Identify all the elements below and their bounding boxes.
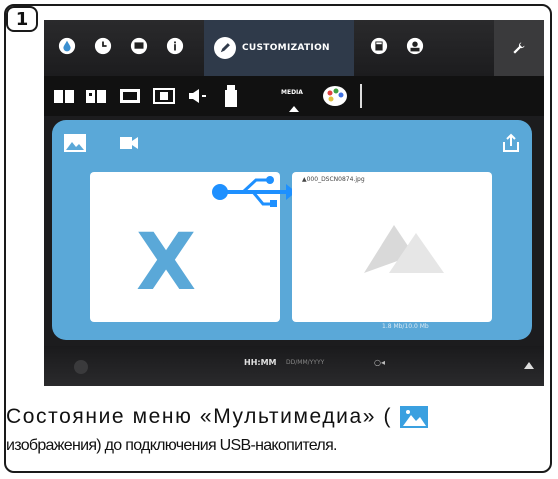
person-icon[interactable]: [402, 33, 428, 59]
palette-icon[interactable]: [322, 84, 348, 108]
usb-stick-icon[interactable]: [224, 84, 238, 108]
selected-caret: [289, 106, 299, 112]
media-panel: X ▲000_DSCN0874.jpg 1.8 Mb/10.0 Mb: [52, 120, 532, 340]
storage-size: 1.8 Mb/10.0 Mb: [382, 323, 429, 330]
video-icon[interactable]: [118, 134, 140, 152]
export-icon[interactable]: [500, 132, 522, 154]
device-screen: CUSTOMIZATION MEDIA X ▲000_DSCN0874.jpg …: [44, 20, 544, 386]
home-icon[interactable]: [74, 360, 88, 374]
top-menu-bar: CUSTOMIZATION: [44, 20, 544, 76]
book-open-icon[interactable]: [84, 84, 108, 108]
caption-line-2: изображения) до подключения USB-накопите…: [6, 437, 337, 454]
pen-icon: [214, 37, 236, 59]
toolbar-divider: [360, 84, 362, 108]
network-status-icon: ○◂: [374, 358, 385, 367]
mountain-icon: [364, 215, 444, 279]
usb-icon: [208, 172, 298, 216]
speaker-icon[interactable]: [186, 84, 210, 108]
figure-caption: Состояние меню «Мультимедиа» ( изображен…: [6, 405, 552, 455]
media-label[interactable]: MEDIA: [281, 89, 303, 96]
image-icon[interactable]: [64, 134, 86, 152]
expand-caret-icon[interactable]: [524, 362, 534, 369]
tab-customization-label: CUSTOMIZATION: [242, 43, 330, 53]
chat-icon[interactable]: [126, 33, 152, 59]
clock-icon[interactable]: [90, 33, 116, 59]
customization-toolbar: MEDIA: [44, 76, 544, 116]
image-icon: [400, 406, 429, 428]
picture-frame-icon[interactable]: [118, 84, 142, 108]
wrench-icon[interactable]: [494, 20, 544, 76]
status-bar: HH:MM DD/MM/YYYY ○◂: [44, 346, 544, 386]
caption-line-1: Состояние меню «Мультимедиа» (: [6, 405, 393, 428]
tab-customization[interactable]: CUSTOMIZATION: [204, 20, 354, 76]
calculator-icon[interactable]: [366, 33, 392, 59]
book-icon[interactable]: [52, 84, 76, 108]
unavailable-mark: X: [136, 218, 197, 308]
info-icon[interactable]: [162, 33, 188, 59]
clock-time: HH:MM: [244, 358, 277, 367]
usb-source-card[interactable]: X: [90, 172, 296, 322]
file-name: ▲000_DSCN0874.jpg: [302, 176, 365, 183]
step-number: 1: [6, 6, 38, 32]
clock-date: DD/MM/YYYY: [286, 359, 325, 366]
screen-icon[interactable]: [152, 84, 176, 108]
water-drop-icon[interactable]: [54, 33, 80, 59]
